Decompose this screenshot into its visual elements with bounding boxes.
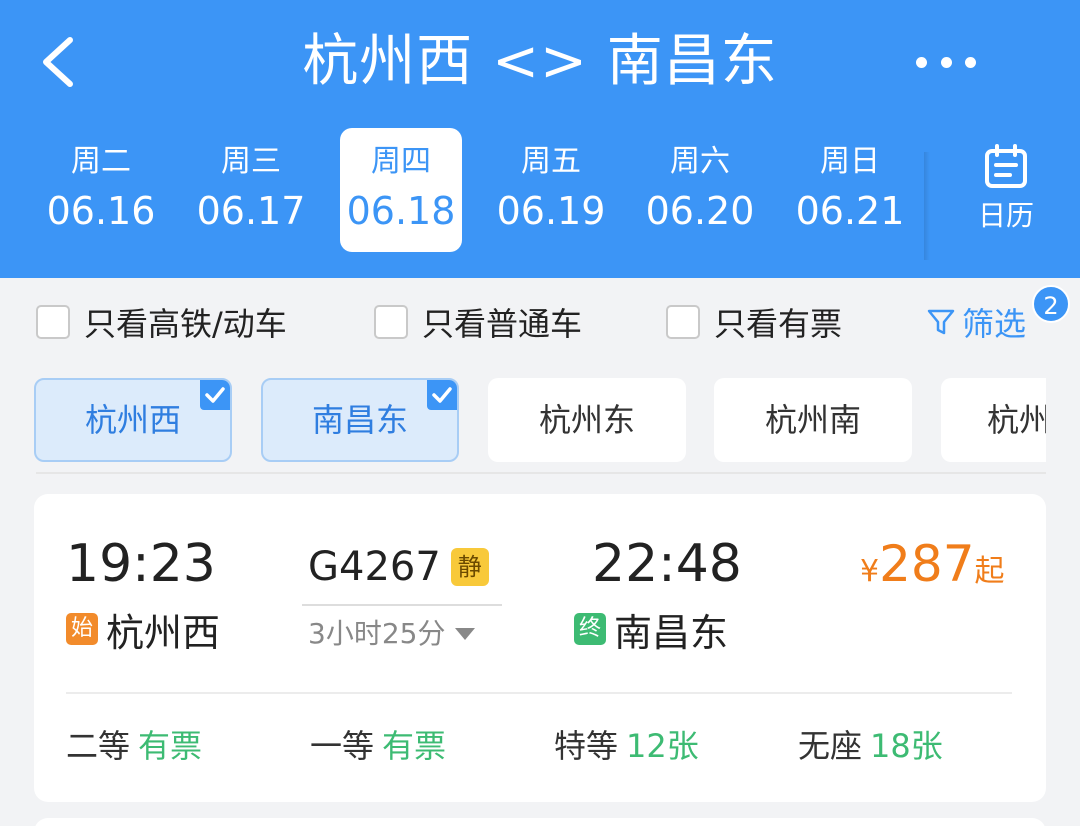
station-chip-selected[interactable]: 杭州西 [34,378,232,462]
station-chip[interactable]: 杭州南 [714,378,912,462]
more-button[interactable] [916,50,976,74]
date-tab[interactable]: 周六 06.20 [639,128,761,252]
seat-availability: 有票 [382,727,447,765]
divider [66,692,1012,694]
date-tab-active[interactable]: 周四 06.18 [340,128,462,252]
seat-class: 二等 [66,727,131,765]
station-chip-label: 杭州东 [538,401,635,439]
filter-count-badge: 2 [1032,285,1070,323]
calendar-label: 日历 [977,199,1034,232]
arrival-station-name: 南昌东 [614,610,729,655]
high-speed-only-checkbox[interactable]: 只看高铁/动车 [36,290,287,354]
divider [36,472,1046,474]
seat-availability: 18张 [870,727,943,765]
price-suffix: 起 [974,554,1005,589]
checkbox-label: 只看有票 [714,305,843,343]
station-chips: 杭州西 南昌东 杭州东 杭州南 杭州 [0,378,1046,464]
calendar-icon [985,144,1027,188]
duration-toggle[interactable]: 3小时25分 [308,614,476,654]
station-chip[interactable]: 杭州 [941,378,1046,462]
available-only-checkbox[interactable]: 只看有票 [666,290,842,354]
train-number: G4267 静 [308,542,489,592]
filter-button[interactable]: 筛选 [926,290,1026,354]
seat-standing: 无座 18张 [798,726,943,766]
calendar-button[interactable]: 日历 [966,144,1046,244]
seat-second-class: 二等 有票 [66,726,202,766]
arrival-station: 终 南昌东 [574,604,729,655]
date-value: 06.21 [795,189,905,233]
seat-class: 一等 [310,727,375,765]
seat-availability: 12张 [626,727,699,765]
station-chip[interactable]: 杭州东 [488,378,686,462]
date-weekday: 周日 [820,144,880,179]
seat-availability: 有票 [138,727,203,765]
filter-bar: 只看高铁/动车 只看普通车 只看有票 筛选 [0,290,1080,354]
date-weekday: 周五 [521,144,581,179]
station-chip-label: 杭州 [987,401,1046,439]
departure-station: 始 杭州西 [66,604,221,655]
date-selector: 周二 06.16 周三 06.17 周四 06.18 周五 06.19 周六 0… [26,128,926,252]
date-weekday: 周三 [221,144,281,179]
more-horizontal-icon [916,56,927,68]
price-amount: 287 [879,535,975,593]
quiet-car-badge: 静 [450,548,489,586]
station-chip-selected[interactable]: 南昌东 [261,378,459,462]
end-station-tag: 终 [574,613,606,645]
header-bar: 杭州西 <> 南昌东 周二 06.16 周三 06.17 周四 06.18 周五… [0,0,1080,278]
checkbox-label: 只看高铁/动车 [84,305,287,343]
date-weekday: 周六 [670,144,730,179]
date-value: 06.19 [496,189,606,233]
filter-label: 筛选 [962,305,1027,343]
date-tab[interactable]: 周二 06.16 [40,128,162,252]
date-weekday: 周二 [71,144,131,179]
date-value: 06.17 [196,189,306,233]
date-tab[interactable]: 周五 06.19 [490,128,612,252]
station-chip-label: 杭州南 [764,401,861,439]
date-value: 06.18 [346,189,456,233]
start-station-tag: 始 [66,613,98,645]
date-tab[interactable]: 周三 06.17 [190,128,312,252]
duration-text: 3小时25分 [308,617,446,650]
arrival-time: 22:48 [592,534,742,594]
price-currency: ¥ [860,554,880,589]
station-chip-label: 南昌东 [311,401,408,439]
date-divider [924,152,930,260]
check-icon [200,380,230,410]
funnel-icon [927,309,955,335]
checkbox-label: 只看普通车 [422,305,583,343]
date-tab[interactable]: 周日 06.21 [789,128,911,252]
seat-class: 无座 [798,727,863,765]
station-chip-label: 杭州西 [84,401,181,439]
checkbox-box [36,305,70,339]
checkbox-box [374,305,408,339]
check-icon [427,380,457,410]
seat-premium-class: 特等 12张 [554,726,699,766]
departure-station-name: 杭州西 [106,610,221,655]
caret-down-icon [455,628,476,640]
price: ¥ 287 起 [860,534,1005,594]
next-train-card[interactable] [34,818,1046,826]
route-line [302,604,502,606]
date-weekday: 周四 [371,144,431,179]
normal-train-only-checkbox[interactable]: 只看普通车 [374,290,582,354]
date-value: 06.20 [645,189,755,233]
seat-class: 特等 [554,727,619,765]
checkbox-box [666,305,700,339]
departure-time: 19:23 [66,534,216,594]
seat-first-class: 一等 有票 [310,726,446,766]
train-card[interactable]: 19:23 始 杭州西 G4267 静 3小时25分 22:48 终 南昌东 ¥… [34,494,1046,802]
date-value: 06.16 [46,189,156,233]
train-number-text: G4267 [308,544,441,590]
